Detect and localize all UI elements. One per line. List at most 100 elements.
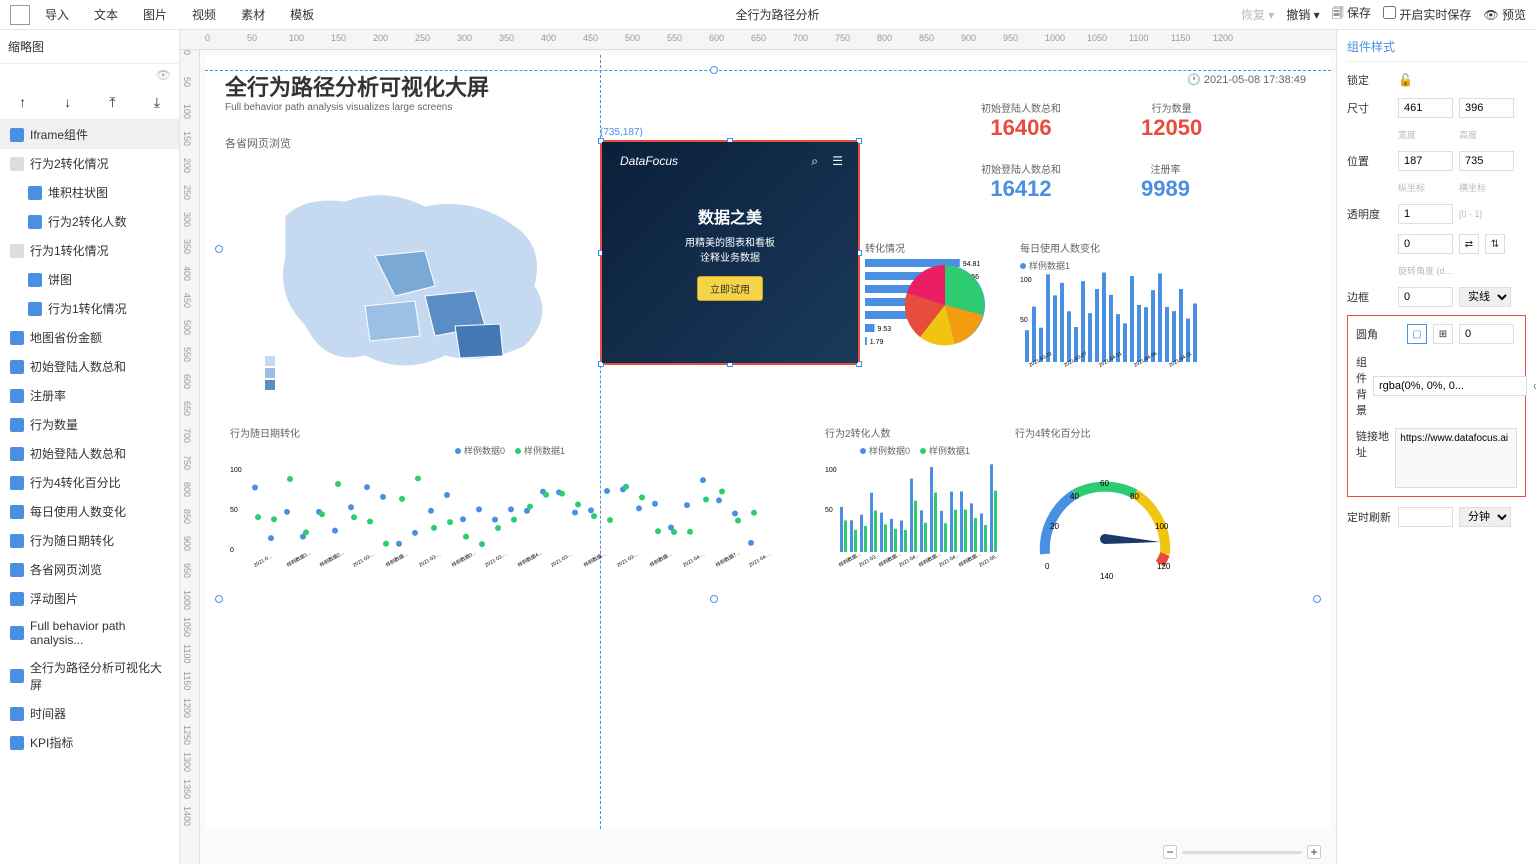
layer-item[interactable]: 注册率 [0, 381, 179, 410]
menu-import[interactable]: 导入 [45, 6, 69, 23]
save-button[interactable]: 🗐 保存 [1332, 4, 1371, 25]
menu-video[interactable]: 视频 [192, 6, 216, 23]
svg-text:0: 0 [1045, 562, 1050, 571]
layer-item[interactable]: 行为随日期转化 [0, 526, 179, 555]
svg-text:100: 100 [230, 467, 242, 474]
layer-item[interactable]: KPI指标 [0, 728, 179, 757]
eye-icon[interactable]: 👁 [0, 64, 179, 86]
property-panel: 组件样式 锁定🔓 尺寸 宽度高度 位置 纵坐标横坐标 透明度 [0 - 1] ⇄… [1336, 30, 1536, 864]
layer-item[interactable]: Iframe组件 [0, 120, 179, 149]
radius-input[interactable] [1459, 324, 1514, 344]
layer-item[interactable]: 初始登陆人数总和 [0, 352, 179, 381]
svg-text:50: 50 [230, 507, 238, 514]
refresh-unit-select[interactable]: 分钟 [1459, 507, 1511, 527]
layer-item[interactable]: 时间器 [0, 699, 179, 728]
zoom-control[interactable]: − + [1163, 845, 1321, 859]
pie-chart [895, 255, 995, 355]
restore-button[interactable]: 恢复 ▾ [1241, 6, 1274, 23]
menu-asset[interactable]: 素材 [241, 6, 265, 23]
undo-button[interactable]: 撤销 ▾ [1286, 6, 1319, 23]
border-style-select[interactable]: 实线 [1459, 287, 1511, 307]
iframe-cta-button[interactable]: 立即试用 [697, 276, 763, 301]
layer-item[interactable]: 行为2转化情况 [0, 149, 179, 178]
svg-text:样例数据1...: 样例数据1... [286, 549, 313, 569]
layer-item[interactable]: 浮动图片 [0, 584, 179, 613]
pos-label: 位置 [1347, 153, 1392, 169]
link-input[interactable]: https://www.datafocus.ai [1395, 428, 1517, 488]
opacity-input[interactable] [1398, 204, 1453, 224]
svg-text:0: 0 [230, 547, 234, 554]
move-top-icon[interactable]: ⤒ [109, 94, 115, 111]
bg-input[interactable] [1373, 376, 1527, 396]
scatter-chart: 行为随日期转化 样例数据0 样例数据1 1005002021-0...样例数据1… [230, 425, 790, 585]
lock-icon[interactable]: 🔓 [1398, 73, 1413, 87]
menu-text[interactable]: 文本 [94, 6, 118, 23]
layer-item[interactable]: 行为2转化人数 [0, 207, 179, 236]
iframe-headline: 数据之美 [698, 204, 762, 228]
layer-item[interactable]: 每日使用人数变化 [0, 497, 179, 526]
zoom-in-button[interactable]: + [1307, 845, 1321, 859]
daily-bar-chart: 每日使用人数变化 样例数据1 100502021-03-222021-03-27… [1020, 240, 1200, 370]
svg-text:100: 100 [825, 467, 837, 474]
top-toolbar: 导入 文本 图片 视频 素材 模板 全行为路径分析 恢复 ▾ 撤销 ▾ 🗐 保存… [0, 0, 1536, 30]
move-bottom-icon[interactable]: ⤓ [154, 94, 160, 111]
menu-template[interactable]: 模板 [290, 6, 314, 23]
menu-image[interactable]: 图片 [143, 6, 167, 23]
y-input[interactable] [1459, 151, 1514, 171]
layer-item[interactable]: 地图省份金额 [0, 323, 179, 352]
flip-h-icon[interactable]: ⇄ [1459, 234, 1479, 254]
lock-label: 锁定 [1347, 72, 1392, 88]
bg-label: 组件背景 [1356, 354, 1367, 418]
svg-text:样例数据...: 样例数据... [838, 551, 862, 569]
hamburger-icon[interactable]: ☰ [832, 154, 843, 168]
svg-text:80: 80 [1130, 492, 1139, 501]
move-up-icon[interactable]: ↑ [19, 94, 26, 111]
zoom-slider[interactable] [1182, 851, 1302, 854]
svg-text:样例数据...: 样例数据... [583, 551, 607, 569]
svg-text:2021-03-...: 2021-03-... [550, 551, 574, 568]
width-input[interactable] [1398, 98, 1453, 118]
border-width-input[interactable] [1398, 287, 1453, 307]
svg-text:样例数据...: 样例数据... [918, 551, 942, 569]
svg-text:1.79: 1.79 [870, 339, 884, 346]
layer-item[interactable]: 初始登陆人数总和 [0, 439, 179, 468]
svg-text:9.53: 9.53 [878, 326, 892, 333]
svg-text:2021-04...: 2021-04... [898, 552, 921, 568]
layer-item[interactable]: 饼图 [0, 265, 179, 294]
layer-item[interactable]: 行为4转化百分比 [0, 468, 179, 497]
search-icon[interactable]: ⌕ [811, 154, 818, 169]
svg-text:样例数据2...: 样例数据2... [319, 549, 346, 569]
iframe-component-selected[interactable]: DataFocus ⌕ ☰ 数据之美 用精美的图表和看板 诠释业务数据 立即试用 [600, 140, 860, 365]
svg-text:2021-0...: 2021-0... [253, 554, 273, 569]
svg-text:样例数据...: 样例数据... [649, 551, 673, 569]
svg-text:140: 140 [1100, 572, 1114, 581]
zoom-out-button[interactable]: − [1163, 845, 1177, 859]
layer-item[interactable]: 全行为路径分析可视化大屏 [0, 653, 179, 699]
app-logo-icon[interactable] [10, 5, 30, 25]
map-title: 各省网页浏览 [225, 135, 605, 151]
flip-v-icon[interactable]: ⇅ [1485, 234, 1505, 254]
canvas-area[interactable]: 0501001502002503003504004505005506006507… [180, 30, 1336, 864]
layer-item[interactable]: 各省网页浏览 [0, 555, 179, 584]
layer-item[interactable]: 行为1转化情况 [0, 294, 179, 323]
layer-item[interactable]: 行为1转化情况 [0, 236, 179, 265]
refresh-input[interactable] [1398, 507, 1453, 527]
svg-text:2021-04-...: 2021-04-... [748, 551, 772, 568]
svg-text:120: 120 [1157, 562, 1171, 571]
radius-all-icon[interactable]: ▢ [1407, 324, 1427, 344]
x-input[interactable] [1398, 151, 1453, 171]
layer-item[interactable]: Full behavior path analysis... [0, 613, 179, 653]
layer-panel: 缩略图 👁 ↑ ↓ ⤒ ⤓ Iframe组件行为2转化情况堆积柱状图行为2转化人… [0, 30, 180, 864]
realtime-save-toggle[interactable]: 开启实时保存 [1383, 6, 1471, 23]
svg-text:样例数据...: 样例数据... [958, 551, 982, 569]
height-input[interactable] [1459, 98, 1514, 118]
move-down-icon[interactable]: ↓ [64, 94, 71, 111]
layer-item[interactable]: 堆积柱状图 [0, 178, 179, 207]
rotate-input[interactable] [1398, 234, 1453, 254]
svg-text:40: 40 [1070, 492, 1079, 501]
radius-each-icon[interactable]: ⊞ [1433, 324, 1453, 344]
svg-text:50: 50 [825, 507, 833, 514]
layer-item[interactable]: 行为数量 [0, 410, 179, 439]
preview-button[interactable]: 👁 预览 [1483, 6, 1526, 23]
svg-text:100: 100 [1155, 522, 1169, 531]
